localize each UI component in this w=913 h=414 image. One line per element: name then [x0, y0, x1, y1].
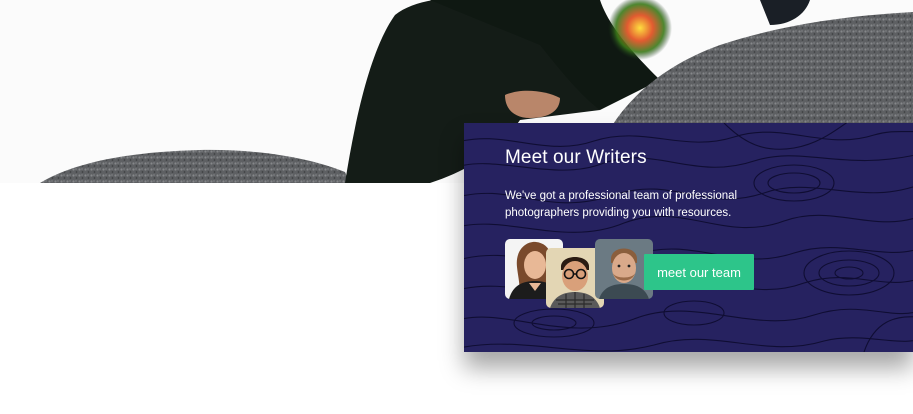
writers-card: Meet our Writers We've got a professiona… — [464, 123, 913, 352]
team-avatars — [505, 239, 655, 309]
card-title: Meet our Writers — [505, 147, 647, 168]
card-description: We've got a professional team of profess… — [505, 190, 738, 219]
meet-our-team-button[interactable]: meet our team — [644, 254, 754, 290]
